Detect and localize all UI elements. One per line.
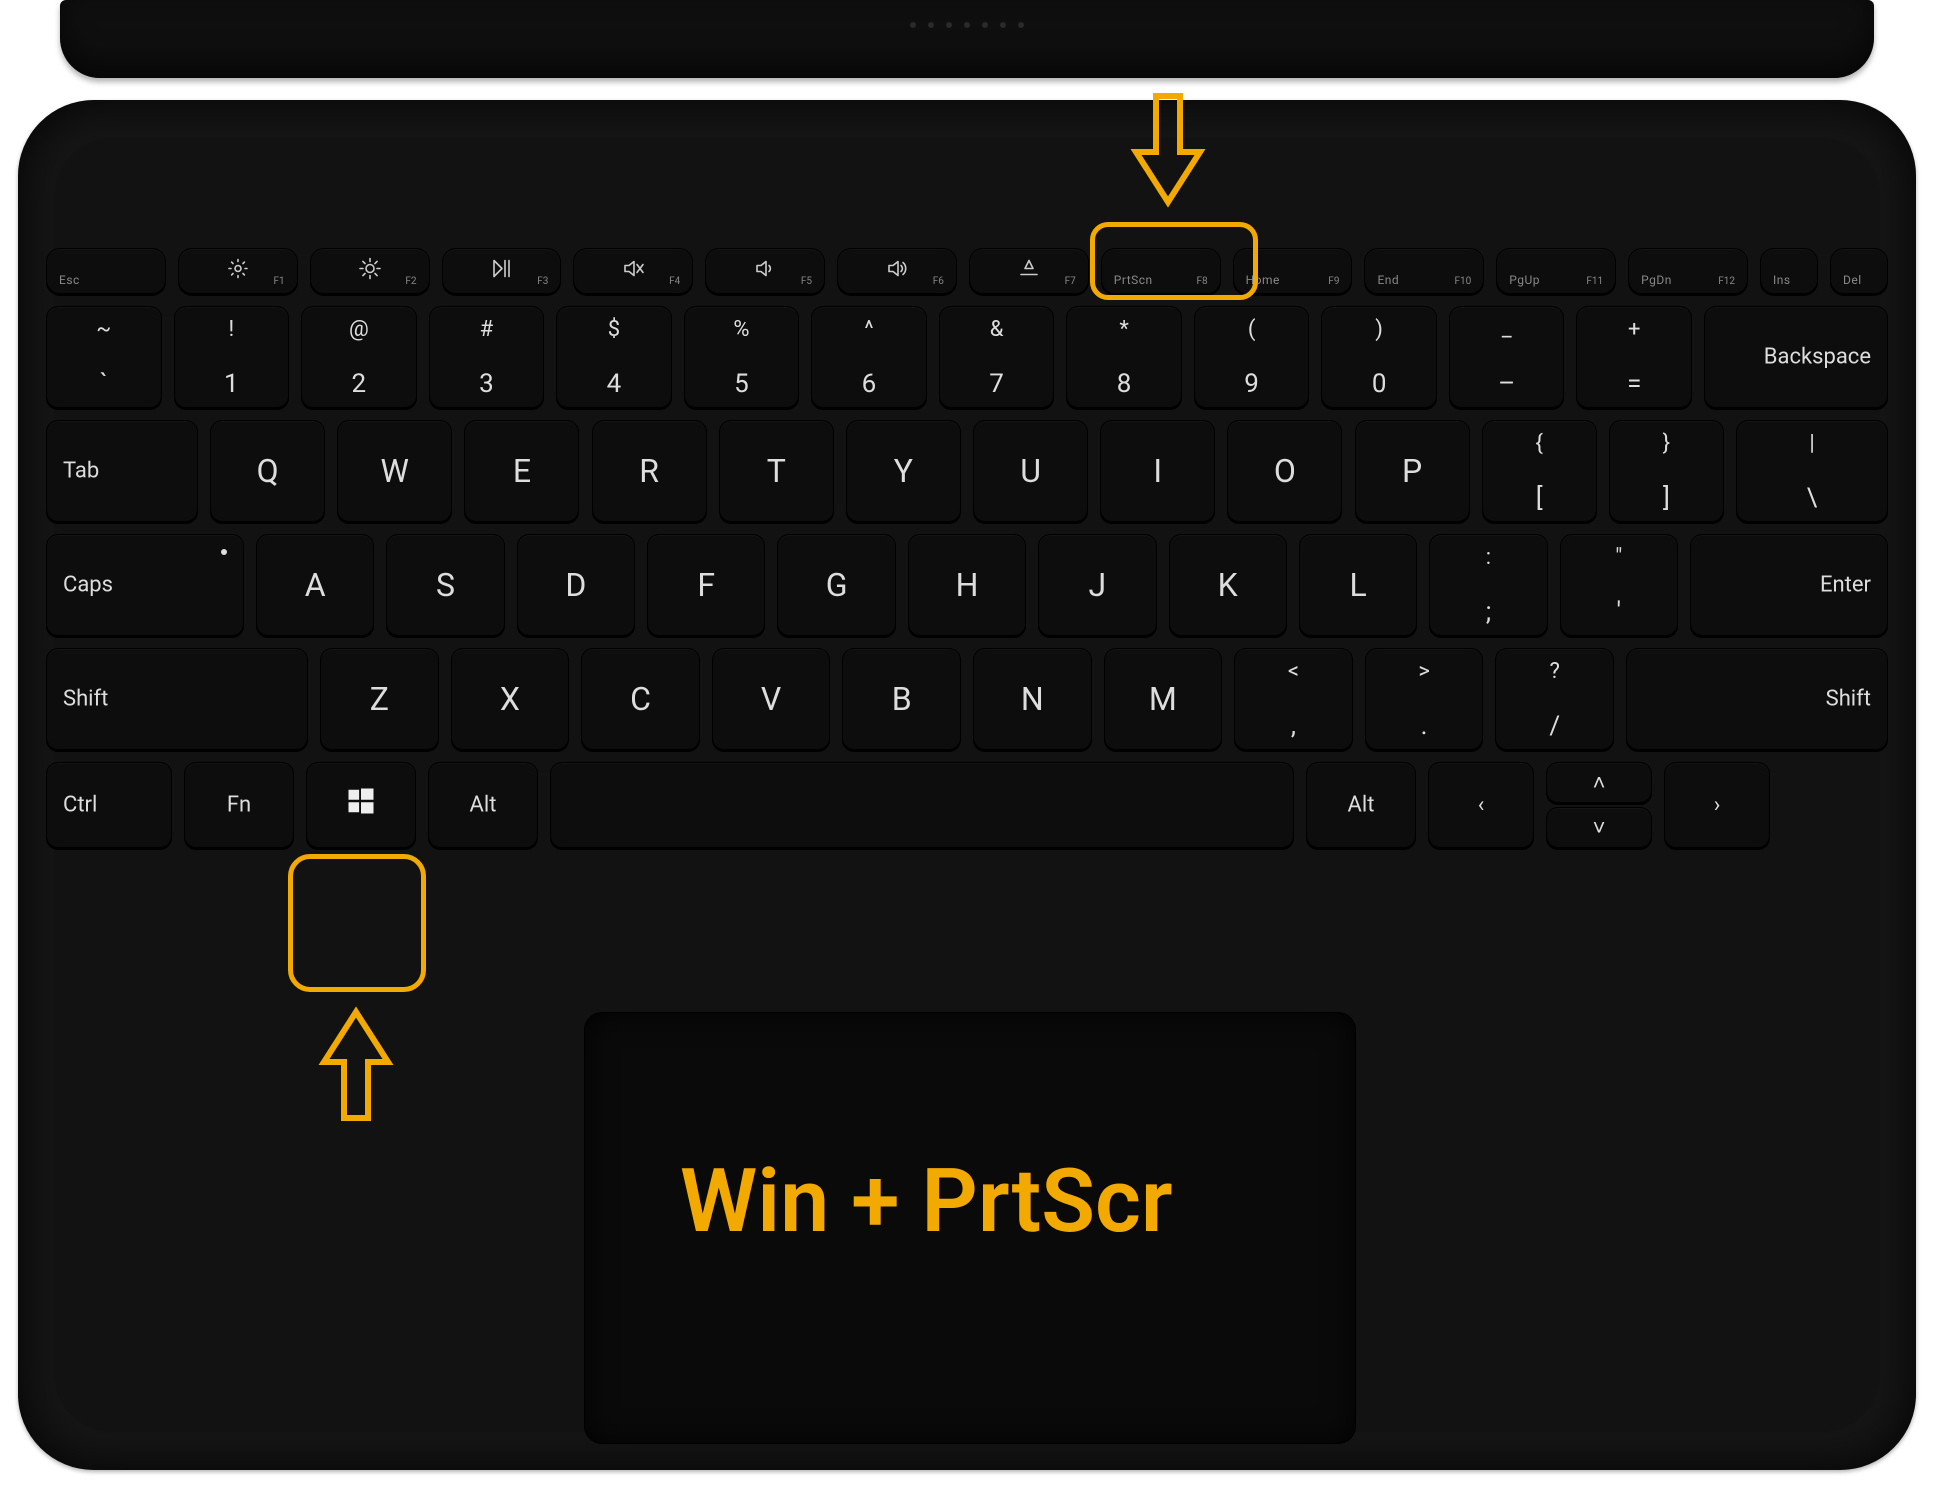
key-fn[interactable]: Fn <box>184 762 294 848</box>
key-y[interactable]: Y <box>846 420 961 522</box>
key-bracket-r[interactable]: }] <box>1609 420 1724 522</box>
key-f10[interactable]: EndF10 <box>1364 248 1484 294</box>
key-f12[interactable]: PgDnF12 <box>1628 248 1748 294</box>
key-f9[interactable]: HomeF9 <box>1233 248 1353 294</box>
chevron-right-icon: › <box>1665 793 1769 818</box>
key-space[interactable] <box>550 762 1294 848</box>
key-3[interactable]: #3 <box>429 306 545 408</box>
key-2[interactable]: @2 <box>301 306 417 408</box>
chevron-down-icon: ˅ <box>1547 815 1651 841</box>
key-tilde[interactable]: ~` <box>46 306 162 408</box>
key-label: Backspace <box>1764 345 1871 370</box>
key-esc[interactable]: Esc <box>46 248 166 294</box>
key-b[interactable]: B <box>842 648 961 750</box>
key-f6[interactable]: F6 <box>837 248 957 294</box>
key-period[interactable]: >. <box>1365 648 1484 750</box>
key-s[interactable]: S <box>386 534 504 636</box>
key-5[interactable]: %5 <box>684 306 800 408</box>
key-f1[interactable]: F1 <box>178 248 298 294</box>
key-p[interactable]: P <box>1355 420 1470 522</box>
key-c[interactable]: C <box>581 648 700 750</box>
key-g[interactable]: G <box>777 534 895 636</box>
key-alt-left[interactable]: Alt <box>428 762 538 848</box>
key-equals[interactable]: += <box>1576 306 1692 408</box>
key-label: PgUp <box>1509 273 1540 287</box>
key-f8[interactable]: PrtScnF8 <box>1101 248 1221 294</box>
key-bracket-l[interactable]: {[ <box>1482 420 1597 522</box>
key-4[interactable]: $4 <box>556 306 672 408</box>
key-backspace[interactable]: Backspace <box>1704 306 1888 408</box>
key-label: PgDn <box>1641 273 1672 287</box>
key-f7[interactable]: F7 <box>969 248 1089 294</box>
key-f4[interactable]: F4 <box>573 248 693 294</box>
shortcut-caption: Win + PrtScr <box>680 1150 1173 1253</box>
key-i[interactable]: I <box>1100 420 1215 522</box>
key-ins[interactable]: Ins <box>1760 248 1818 294</box>
key-minus[interactable]: _– <box>1449 306 1565 408</box>
key-del[interactable]: Del <box>1830 248 1888 294</box>
key-label: Home <box>1246 273 1280 287</box>
keyboard-diagram: Esc F1 F2 F3F4 F5 F6 F7 PrtScnF8 HomeF9EndF10 PgU… <box>0 0 1934 1488</box>
key-arrow-up[interactable]: ˄ <box>1546 762 1652 803</box>
key-e[interactable]: E <box>464 420 579 522</box>
key-semicolon[interactable]: :; <box>1429 534 1547 636</box>
key-label: PrtScn <box>1114 273 1153 287</box>
key-tab[interactable]: Tab <box>46 420 198 522</box>
key-t[interactable]: T <box>719 420 834 522</box>
key-windows[interactable] <box>306 762 416 848</box>
key-label: Del <box>1843 273 1862 287</box>
key-x[interactable]: X <box>451 648 570 750</box>
key-comma[interactable]: <, <box>1234 648 1353 750</box>
key-d[interactable]: D <box>517 534 635 636</box>
key-f11[interactable]: PgUpF11 <box>1496 248 1616 294</box>
connector-dots <box>910 22 1024 28</box>
key-j[interactable]: J <box>1038 534 1156 636</box>
key-m[interactable]: M <box>1104 648 1223 750</box>
key-0[interactable]: )0 <box>1321 306 1437 408</box>
key-f2[interactable]: F2 <box>310 248 430 294</box>
key-h[interactable]: H <box>908 534 1026 636</box>
key-arrow-left[interactable]: ‹ <box>1428 762 1534 848</box>
key-n[interactable]: N <box>973 648 1092 750</box>
key-alt-right[interactable]: Alt <box>1306 762 1416 848</box>
key-label: End <box>1377 273 1399 287</box>
key-arrow-right[interactable]: › <box>1664 762 1770 848</box>
key-backslash[interactable]: |\ <box>1736 420 1888 522</box>
key-l[interactable]: L <box>1299 534 1417 636</box>
key-k[interactable]: K <box>1169 534 1287 636</box>
hinge-bar <box>60 0 1874 78</box>
key-arrow-down[interactable]: ˅ <box>1546 807 1652 848</box>
key-8[interactable]: *8 <box>1066 306 1182 408</box>
windows-logo-icon <box>307 786 415 824</box>
chevron-up-icon: ˄ <box>1547 770 1651 796</box>
key-r[interactable]: R <box>592 420 707 522</box>
key-shift-right[interactable]: Shift <box>1626 648 1888 750</box>
key-quote[interactable]: "' <box>1560 534 1678 636</box>
key-w[interactable]: W <box>337 420 452 522</box>
key-label: Esc <box>59 273 80 287</box>
key-o[interactable]: O <box>1227 420 1342 522</box>
key-z[interactable]: Z <box>320 648 439 750</box>
key-slash[interactable]: ?/ <box>1495 648 1614 750</box>
chevron-left-icon: ‹ <box>1429 793 1533 818</box>
key-enter[interactable]: Enter <box>1690 534 1888 636</box>
key-v[interactable]: V <box>712 648 831 750</box>
key-ctrl[interactable]: Ctrl <box>46 762 172 848</box>
key-f[interactable]: F <box>647 534 765 636</box>
key-f3[interactable]: F3 <box>442 248 562 294</box>
key-label: Ins <box>1773 273 1791 287</box>
key-9[interactable]: (9 <box>1194 306 1310 408</box>
capslock-led <box>221 549 227 555</box>
key-7[interactable]: &7 <box>939 306 1055 408</box>
key-a[interactable]: A <box>256 534 374 636</box>
key-f5[interactable]: F5 <box>705 248 825 294</box>
key-6[interactable]: ^6 <box>811 306 927 408</box>
key-q[interactable]: Q <box>210 420 325 522</box>
key-1[interactable]: !1 <box>174 306 290 408</box>
key-shift-left[interactable]: Shift <box>46 648 308 750</box>
key-capslock[interactable]: Caps <box>46 534 244 636</box>
key-u[interactable]: U <box>973 420 1088 522</box>
